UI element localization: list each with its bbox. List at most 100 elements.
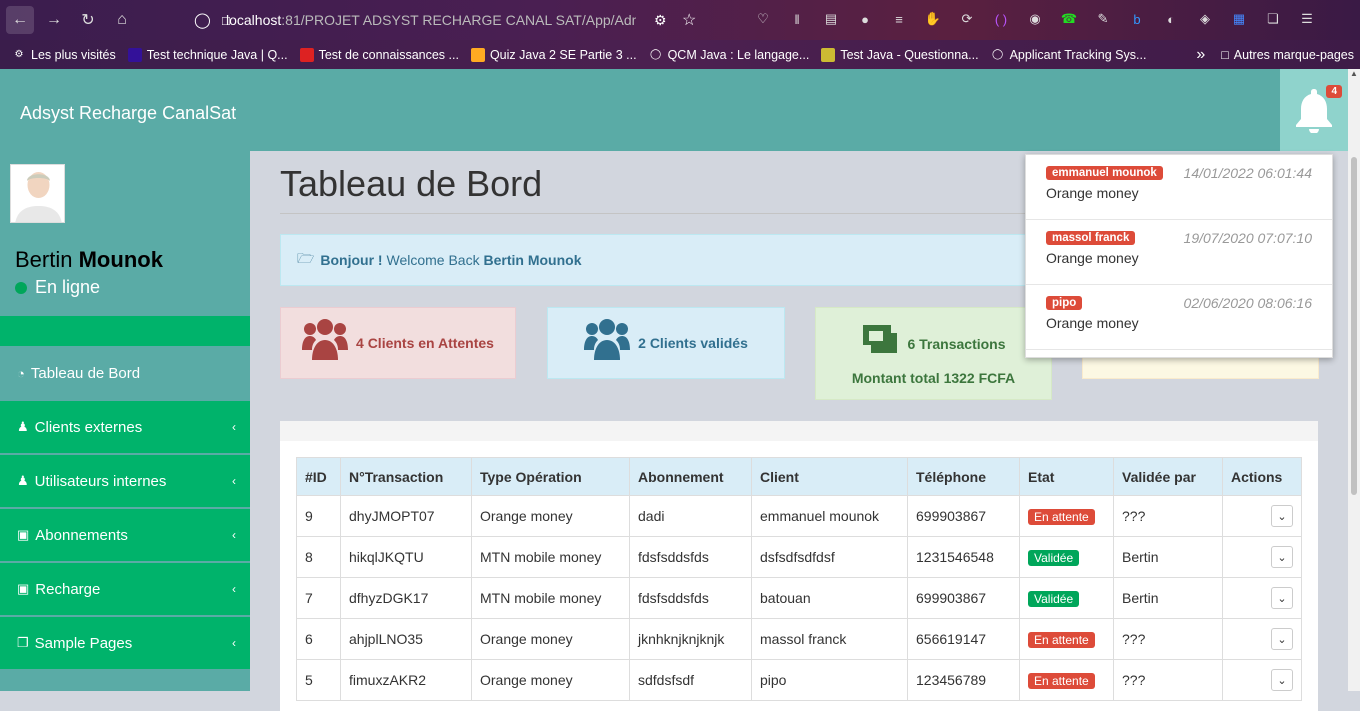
table-row[interactable]: 9 dhyJMOPT07 Orange money dadi emmanuel moun… <box>296 495 1302 537</box>
notification-count-badge: 4 <box>1326 85 1342 98</box>
table-row[interactable]: 8 hikqlJKQTU MTN mobile money fdsfsddsfds ds… <box>296 536 1302 578</box>
notification-item[interactable]: emmanuel mounok 14/01/2022 06:01:44 Orange… <box>1026 155 1332 220</box>
app-title[interactable]: Adsyst Recharge CanalSat <box>20 103 236 124</box>
pen-icon[interactable]: ✎ <box>1092 8 1114 30</box>
cell-actions: ⌄ <box>1222 659 1302 701</box>
puzzle-icon[interactable]: ❏ <box>1262 8 1284 30</box>
notification-item[interactable]: massol franck 19/07/2020 07:07:10 Orange m… <box>1026 220 1332 285</box>
column-header[interactable]: #ID <box>296 457 341 496</box>
actions-dropdown-button[interactable]: ⌄ <box>1271 587 1293 609</box>
notification-date: 14/01/2022 06:01:44 <box>1183 165 1312 181</box>
stat-pending-clients[interactable]: 4 Clients en Attentes <box>280 307 516 379</box>
users-icon <box>584 318 631 369</box>
cell-etat: En attente <box>1019 495 1114 537</box>
brackets-icon[interactable]: ( ) <box>990 8 1012 30</box>
column-header[interactable]: Abonnement <box>629 457 752 496</box>
stat-total-label: Montant total 1322 FCFA <box>851 370 1016 386</box>
pocket-icon[interactable]: ♡ <box>752 8 774 30</box>
column-header[interactable]: Client <box>751 457 908 496</box>
bing-icon[interactable]: b <box>1126 8 1148 30</box>
cell-type: MTN mobile money <box>471 577 630 619</box>
chevron-left-icon: ‹ <box>232 474 236 488</box>
vpn-icon[interactable]: ◐ <box>1160 8 1182 30</box>
sidebar-icon[interactable]: ▤ <box>820 8 842 30</box>
notifications-button[interactable]: 4 <box>1280 69 1348 151</box>
cell-type: MTN mobile money <box>471 536 630 578</box>
page-scrollbar[interactable]: ▲ <box>1348 69 1360 691</box>
cell-client: batouan <box>751 577 908 619</box>
bookmark-ats[interactable]: ◯ Applicant Tracking Sys... <box>991 48 1146 62</box>
actions-dropdown-button[interactable]: ⌄ <box>1271 505 1293 527</box>
home-icon[interactable]: ⌂ <box>108 6 136 34</box>
address-bar[interactable]: ◯ □ localhost:81/PROJET ADSYST RECHARGE … <box>188 6 712 34</box>
cell-abo: fdsfsddsfds <box>629 536 752 578</box>
other-bookmarks[interactable]: Autres marque-pages <box>1234 48 1354 62</box>
actions-dropdown-button[interactable]: ⌄ <box>1271 669 1293 691</box>
cell-id: 6 <box>296 618 341 660</box>
reload-icon[interactable]: ↻ <box>74 6 102 34</box>
back-icon[interactable]: ← <box>6 6 34 34</box>
cell-actions: ⌄ <box>1222 536 1302 578</box>
table-row[interactable]: 7 dfhyzDGK17 MTN mobile money fdsfsddsfds ba… <box>296 577 1302 619</box>
cell-validated-by: ??? <box>1113 659 1223 701</box>
column-header[interactable]: Actions <box>1222 457 1302 496</box>
bug-icon[interactable]: ⚙ <box>654 12 667 29</box>
cell-trans: fimuxzAKR2 <box>340 659 472 701</box>
chevron-left-icon: ‹ <box>232 582 236 596</box>
sidebar-item-sample-pages[interactable]: ❐ Sample Pages ‹ <box>0 617 250 671</box>
bookmark-qcm-java[interactable]: ◯ QCM Java : Le langage... <box>649 48 809 62</box>
location-icon[interactable]: ◉ <box>1024 8 1046 30</box>
cell-actions: ⌄ <box>1222 577 1302 619</box>
user-name: Bertin Mounok <box>15 247 163 272</box>
notification-item[interactable]: pipo 02/06/2020 08:06:16 Orange money <box>1026 285 1332 350</box>
chevron-left-icon: ‹ <box>232 528 236 542</box>
column-header[interactable]: Téléphone <box>907 457 1020 496</box>
extension-icon[interactable]: ● <box>854 8 876 30</box>
bookmark-java-test[interactable]: Test technique Java | Q... <box>127 47 288 62</box>
stat-validated-clients[interactable]: 2 Clients validés <box>547 307 785 379</box>
scrollbar-thumb[interactable] <box>1351 157 1357 495</box>
actions-dropdown-button[interactable]: ⌄ <box>1271 628 1293 650</box>
bookmark-knowledge-test[interactable]: Test de connaissances ... <box>299 47 459 62</box>
column-header[interactable]: N°Transaction <box>340 457 472 496</box>
bookmark-quiz-java[interactable]: Quiz Java 2 SE Partie 3 ... <box>470 47 637 62</box>
globe-icon: ◯ <box>649 49 662 60</box>
column-header[interactable]: Type Opération <box>471 457 630 496</box>
menu-icon[interactable]: ☰ <box>1296 8 1318 30</box>
scroll-up-icon[interactable]: ▲ <box>1350 69 1358 78</box>
whatsapp-icon[interactable]: ☎ <box>1058 8 1080 30</box>
cell-id: 8 <box>296 536 341 578</box>
sidebar-item-internal-users[interactable]: ♟ Utilisateurs internes ‹ <box>0 455 250 509</box>
sidebar-item-external-clients[interactable]: ♟ Clients externes ‹ <box>0 401 250 455</box>
app-header: Adsyst Recharge CanalSat 4 <box>0 69 1348 151</box>
chevron-right-icon[interactable]: » <box>1196 46 1205 64</box>
star-icon[interactable]: ☆ <box>682 10 696 30</box>
sidebar-item-recharge[interactable]: ▣ Recharge ‹ <box>0 563 250 617</box>
stat-pending-label: 4 Clients en Attentes <box>356 335 494 351</box>
sidebar-item-subscriptions[interactable]: ▣ Abonnements ‹ <box>0 509 250 563</box>
cell-abo: sdfdsfsdf <box>629 659 752 701</box>
users-icon: ♟ <box>17 419 29 434</box>
table-row[interactable]: 6 ahjplLNO35 Orange money jknhknjknjknjk mas… <box>296 618 1302 660</box>
cell-type: Orange money <box>471 659 630 701</box>
hand-icon[interactable]: ✋ <box>922 8 944 30</box>
actions-dropdown-button[interactable]: ⌄ <box>1271 546 1293 568</box>
column-header[interactable]: Etat <box>1019 457 1114 496</box>
bookmark-test-java[interactable]: Test Java - Questionna... <box>821 47 979 62</box>
site-icon <box>127 47 142 62</box>
stat-transactions[interactable]: 6 Transactions Montant total 1322 FCFA <box>815 307 1052 400</box>
table-row[interactable]: 5 fimuxzAKR2 Orange money sdfdsfsdf pipo 1234… <box>296 659 1302 701</box>
bookmark-most-visited[interactable]: ⚙ Les plus visités <box>12 48 116 62</box>
privacy-icon[interactable]: ◈ <box>1194 8 1216 30</box>
chevron-down-icon: ⌄ <box>1277 592 1287 605</box>
forward-icon[interactable]: → <box>40 6 68 34</box>
cell-tel: 699903867 <box>907 577 1020 619</box>
translate-icon[interactable]: ▦ <box>1228 8 1250 30</box>
sidebar-item-dashboard[interactable]: ◔ Tableau de Bord <box>0 347 250 401</box>
library-icon[interactable]: ‖ <box>786 8 808 30</box>
copy-icon: ❐ <box>17 635 29 650</box>
briefcase-icon: ▣ <box>17 581 30 596</box>
column-header[interactable]: Validée par <box>1113 457 1223 496</box>
sync-icon[interactable]: ⟳ <box>956 8 978 30</box>
list-icon[interactable]: ≡ <box>888 8 910 30</box>
